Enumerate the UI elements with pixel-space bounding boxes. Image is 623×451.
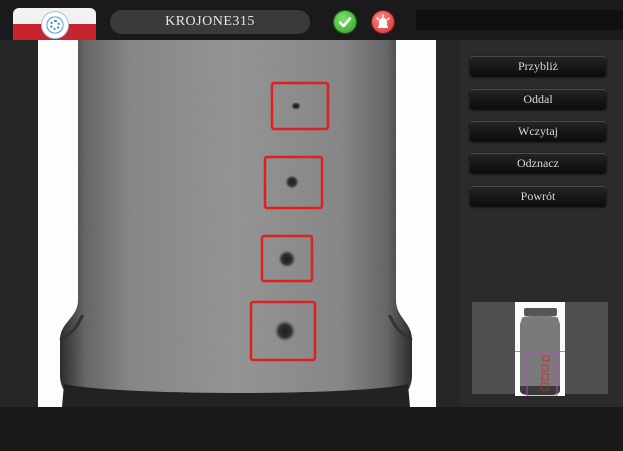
jar-thumbnail-image [515, 308, 565, 396]
defect-spot [291, 102, 301, 110]
defect-spot [285, 175, 299, 189]
emblem-seal-icon [41, 11, 69, 39]
unmark-button[interactable]: Odznacz [470, 153, 606, 173]
xray-image-viewer[interactable] [38, 40, 436, 407]
defect-spot [278, 250, 296, 268]
left-margin [0, 40, 38, 407]
top-bar-band [416, 10, 623, 30]
viewer-separator [436, 40, 460, 407]
polish-flag-logo [13, 8, 96, 40]
load-button[interactable]: Wczytaj [470, 121, 606, 141]
zoom-in-button[interactable]: Przybliż [470, 56, 606, 76]
xray-jar-image [59, 40, 413, 407]
status-ok-check-icon[interactable] [334, 11, 356, 33]
back-button[interactable]: Powrót [470, 186, 606, 206]
alarm-lamp-icon[interactable] [372, 11, 394, 33]
jar-thumbnail[interactable] [515, 302, 565, 396]
defect-spot [274, 320, 296, 342]
bottom-status-bar [0, 407, 623, 451]
zoom-out-button[interactable]: Oddal [470, 89, 606, 109]
product-title: KROJONE315 [110, 10, 310, 34]
